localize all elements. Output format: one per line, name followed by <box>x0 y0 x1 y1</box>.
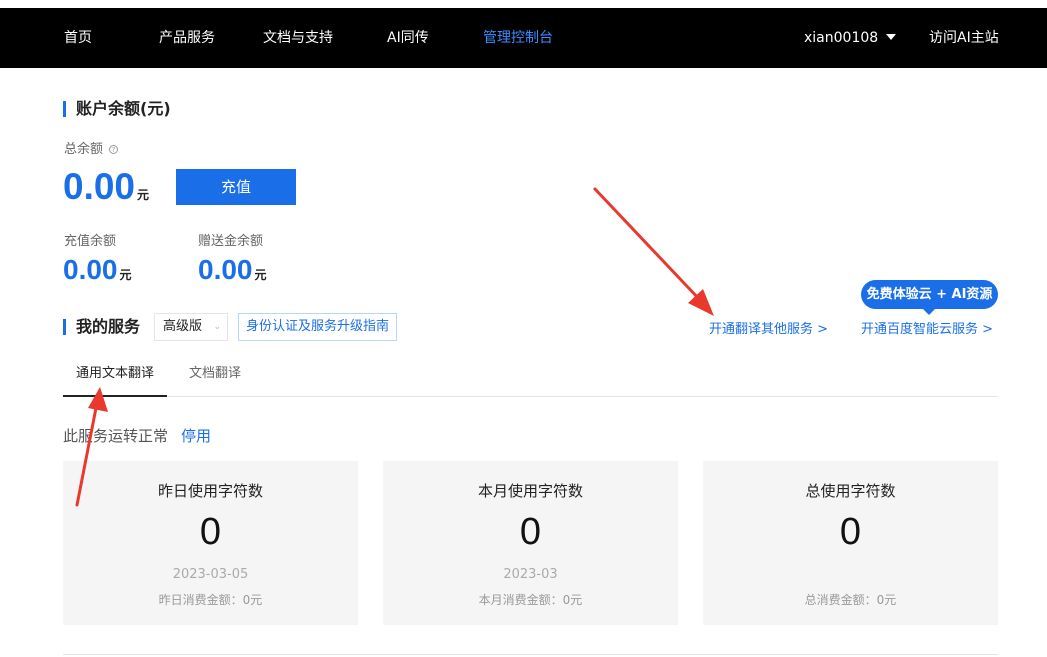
total-balance-label-text: 总余额 <box>64 142 104 157</box>
user-name: xian00108 <box>804 30 879 46</box>
service-status-text: 此服务运转正常 <box>63 427 169 445</box>
stat-title: 本月使用字符数 <box>477 482 583 500</box>
gift-balance-label: 赠送金余额 <box>198 234 264 249</box>
top-nav: 首页 产品服务 文档与支持 AI同传 管理控制台 xian00108 访问AI主… <box>0 8 1047 68</box>
total-balance: 0.00 元 <box>63 165 149 217</box>
stat-title: 昨日使用字符数 <box>157 482 263 500</box>
balance-section-title: 账户余额(元) <box>63 101 171 117</box>
services-section-title: 我的服务 <box>63 319 140 335</box>
total-balance-label: 总余额? <box>64 138 119 157</box>
nav-ai-interpretation[interactable]: AI同传 <box>387 8 429 68</box>
stat-value: 0 <box>839 511 862 553</box>
edition-value: 高级版 <box>163 319 203 334</box>
edition-select[interactable]: 高级版 ⌄ <box>154 313 228 341</box>
stat-value: 0 <box>199 511 222 553</box>
recharge-balance-unit: 元 <box>119 268 132 282</box>
nav-docs-support[interactable]: 文档与支持 <box>263 8 333 68</box>
service-status: 此服务运转正常 停用 <box>63 425 211 446</box>
recharge-button[interactable]: 充值 <box>176 169 296 205</box>
promo-badge[interactable]: 免费体验云 + AI资源 <box>861 280 998 315</box>
tab-general-text-translation[interactable]: 通用文本翻译 <box>63 360 167 397</box>
recharge-balance-value: 0.00 <box>63 254 118 285</box>
caret-down-icon <box>886 34 897 40</box>
nav-console[interactable]: 管理控制台 <box>483 8 553 68</box>
gift-balance-unit: 元 <box>254 268 267 282</box>
annotation-arrow-to-other-services <box>593 187 714 316</box>
gift-balance: 0.00 元 <box>198 253 267 292</box>
stat-cost: 总消费金额：0元 <box>804 593 897 607</box>
stat-card-yesterday: 昨日使用字符数 0 2023-03-05 昨日消费金额：0元 <box>63 461 358 625</box>
user-menu[interactable]: xian00108 <box>804 8 897 68</box>
disable-service-link[interactable]: 停用 <box>181 427 211 445</box>
total-balance-value: 0.00 <box>63 166 136 207</box>
stat-card-total: 总使用字符数 0 总消费金额：0元 <box>703 461 998 625</box>
help-icon[interactable]: ? <box>109 145 119 154</box>
chevron-down-icon: ⌄ <box>213 322 221 332</box>
open-other-services-link[interactable]: 开通翻译其他服务 > <box>709 318 828 337</box>
stat-value: 0 <box>519 511 542 553</box>
bottom-divider <box>63 654 998 655</box>
nav-products[interactable]: 产品服务 <box>159 8 215 68</box>
nav-home[interactable]: 首页 <box>64 8 92 68</box>
nav-visit-ai-main[interactable]: 访问AI主站 <box>929 8 999 68</box>
stat-card-month: 本月使用字符数 0 2023-03 本月消费金额：0元 <box>383 461 678 625</box>
stat-title: 总使用字符数 <box>805 482 896 500</box>
recharge-balance-label: 充值余额 <box>64 234 117 249</box>
stat-date: 2023-03-05 <box>172 567 249 582</box>
upgrade-guide-button[interactable]: 身份认证及服务升级指南 <box>238 313 398 341</box>
stat-cost: 本月消费金额：0元 <box>478 593 583 607</box>
stat-date: 2023-03 <box>503 567 558 582</box>
recharge-balance: 0.00 元 <box>63 253 132 292</box>
total-balance-unit: 元 <box>137 188 150 202</box>
open-baidu-cloud-link[interactable]: 开通百度智能云服务 > <box>861 318 993 337</box>
tab-document-translation[interactable]: 文档翻译 <box>189 360 241 397</box>
gift-balance-value: 0.00 <box>198 254 253 285</box>
stat-cost: 昨日消费金额：0元 <box>158 593 263 607</box>
